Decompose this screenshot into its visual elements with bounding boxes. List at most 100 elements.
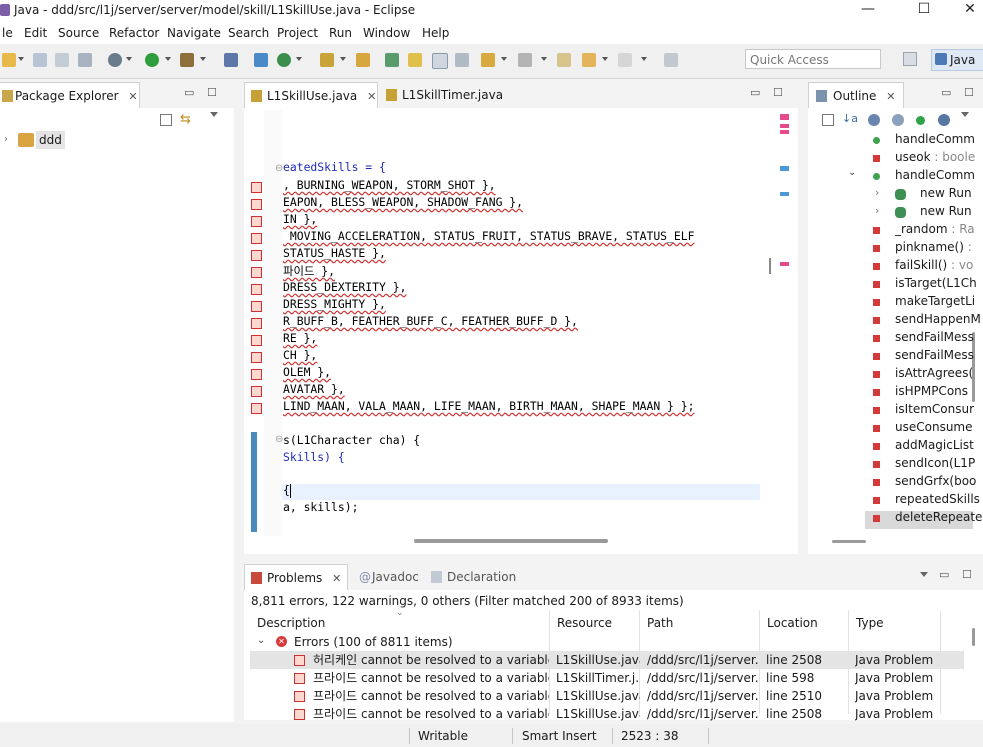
external-tools-icon[interactable] xyxy=(180,53,194,67)
close-icon[interactable]: ✕ xyxy=(332,572,341,585)
block-selection-icon[interactable] xyxy=(455,53,469,67)
code-line[interactable]: CH }, xyxy=(283,348,317,362)
outline-item[interactable]: _random : Ra xyxy=(895,222,975,236)
project-ddd[interactable]: ddd xyxy=(36,131,65,149)
code-line[interactable]: { xyxy=(283,483,290,497)
show-whitespace-icon[interactable] xyxy=(432,53,448,69)
open-type-icon[interactable] xyxy=(320,53,334,67)
error-marker-icon[interactable] xyxy=(251,386,262,397)
menu-window[interactable]: Window xyxy=(363,26,410,40)
outline-item[interactable]: deleteRepeate xyxy=(895,510,982,524)
skip-breakpoints-icon[interactable] xyxy=(224,53,238,67)
prev-annotation-icon[interactable] xyxy=(518,53,532,67)
chevron-down-icon[interactable] xyxy=(165,57,171,61)
pin-editor-icon[interactable] xyxy=(664,53,678,67)
table-row[interactable]: 허리케인 cannot be resolved to a variable L1S… xyxy=(250,651,964,669)
error-marker-icon[interactable] xyxy=(251,301,262,312)
column-type[interactable]: Type xyxy=(856,613,884,633)
code-line[interactable]: AVATAR }, xyxy=(283,382,345,396)
code-line[interactable]: s(L1Character cha) { xyxy=(283,433,420,447)
outline-item[interactable]: sendHappenM xyxy=(895,312,981,326)
code-line[interactable]: OLEM }, xyxy=(283,365,331,379)
view-menu-icon[interactable] xyxy=(961,112,969,117)
link-with-editor-icon[interactable]: ⇆ xyxy=(180,113,194,126)
menu-run[interactable]: Run xyxy=(329,26,352,40)
outline-item[interactable]: useok : boole xyxy=(895,150,975,164)
outline-item[interactable]: addMagicList xyxy=(895,438,974,452)
column-path[interactable]: Path xyxy=(647,613,673,633)
menu-file[interactable]: le xyxy=(2,26,13,40)
save-all-icon[interactable] xyxy=(55,53,69,67)
open-perspective-icon[interactable] xyxy=(903,52,917,66)
table-row[interactable]: 프라이드 cannot be resolved to a variable L1S… xyxy=(250,669,964,687)
back-icon[interactable] xyxy=(582,53,596,67)
table-row[interactable]: 프라이드 cannot be resolved to a variable L1S… xyxy=(250,687,964,705)
maximize-view-icon[interactable]: ☐ xyxy=(962,568,972,581)
code-line[interactable]: , BURNING_WEAPON, STORM_SHOT }, xyxy=(283,178,496,192)
tab-l1skilltimer[interactable]: L1SkillTimer.java xyxy=(380,82,520,108)
forward-icon[interactable] xyxy=(618,53,632,67)
chevron-down-icon[interactable] xyxy=(296,57,302,61)
hide-nonpublic-icon[interactable] xyxy=(916,116,925,125)
collapse-all-icon[interactable] xyxy=(160,114,172,126)
tab-declaration[interactable]: Declaration xyxy=(425,564,525,590)
code-line[interactable]: IN }, xyxy=(283,212,317,226)
problems-vscroll-thumb[interactable] xyxy=(972,628,975,646)
error-marker-icon[interactable] xyxy=(251,369,262,380)
outline-item[interactable]: useConsume xyxy=(895,420,973,434)
outline-hscroll-thumb[interactable] xyxy=(832,540,866,543)
menu-help[interactable]: Help xyxy=(422,26,449,40)
code-line[interactable]: LIND_MAAN, VALA_MAAN, LIFE_MAAN, BIRTH_M… xyxy=(283,399,694,413)
error-marker-icon[interactable] xyxy=(251,233,262,244)
code-line[interactable]: a, skills); xyxy=(283,500,358,514)
print-icon[interactable] xyxy=(78,53,92,67)
close-icon[interactable]: ✕ xyxy=(886,90,895,103)
outline-item[interactable]: handleComm xyxy=(895,132,975,146)
new-package-icon[interactable] xyxy=(277,53,291,67)
outline-item[interactable]: isItemConsur xyxy=(895,402,974,416)
error-marker-icon[interactable] xyxy=(251,250,262,261)
error-overview-marker[interactable] xyxy=(780,124,789,128)
outline-item[interactable]: isHPMPCons xyxy=(895,384,968,398)
occurrence-overview-marker[interactable] xyxy=(780,192,789,196)
outline-item[interactable]: sendGrfx(boo xyxy=(895,474,976,488)
outline-item[interactable]: handleComm xyxy=(895,168,975,182)
minimize-button[interactable]: — xyxy=(845,0,891,22)
hide-static-icon[interactable] xyxy=(892,114,904,126)
menu-source[interactable]: Source xyxy=(58,26,99,40)
run-icon[interactable] xyxy=(145,53,159,67)
column-resource[interactable]: Resource xyxy=(557,613,612,633)
menu-refactor[interactable]: Refactor xyxy=(109,26,159,40)
chevron-down-icon[interactable] xyxy=(200,57,206,61)
tab-l1skilluse[interactable]: L1SkillUse.java ✕ xyxy=(244,82,378,108)
minimize-view-icon[interactable]: ▭ xyxy=(939,568,949,581)
highlight-icon[interactable] xyxy=(408,53,422,67)
search-icon[interactable] xyxy=(385,53,399,67)
code-line[interactable]: MOVING_ACCELERATION, STATUS_FRUIT, STATU… xyxy=(283,229,695,243)
outline-item[interactable]: sendFailMess xyxy=(895,330,974,344)
tab-javadoc[interactable]: @ Javadoc xyxy=(350,564,422,590)
error-overview-marker[interactable] xyxy=(780,114,789,120)
table-row[interactable]: 프라이드 cannot be resolved to a variable L1S… xyxy=(250,705,964,723)
java-perspective-button[interactable]: Java xyxy=(931,49,983,71)
next-annotation-icon[interactable] xyxy=(481,53,495,67)
minimize-view-icon[interactable]: ▭ xyxy=(184,86,194,99)
column-location[interactable]: Location xyxy=(767,613,818,633)
outline-item[interactable]: sendFailMess xyxy=(895,348,974,362)
overview-scroll-indicator[interactable] xyxy=(769,258,771,274)
chevron-down-icon[interactable]: ⌄ xyxy=(848,167,856,178)
outline-tab[interactable]: Outline ✕ xyxy=(808,82,904,108)
maximize-view-icon[interactable]: ☐ xyxy=(964,86,974,99)
error-marker-icon[interactable] xyxy=(251,182,262,193)
code-line[interactable]: eatedSkills = { xyxy=(283,160,386,174)
code-line[interactable]: RE }, xyxy=(283,331,317,345)
minimize-view-icon[interactable]: ▭ xyxy=(941,86,951,99)
code-line[interactable]: STATUS_HASTE }, xyxy=(283,246,386,260)
code-line[interactable]: Skills) { xyxy=(283,450,345,464)
outline-item[interactable]: makeTargetLi xyxy=(895,294,975,308)
hide-fields-icon[interactable] xyxy=(868,114,880,126)
chevron-down-icon[interactable] xyxy=(541,57,547,61)
chevron-down-icon[interactable] xyxy=(340,57,346,61)
outline-item[interactable]: new Run xyxy=(920,186,972,200)
column-description[interactable]: Description xyxy=(257,613,325,633)
